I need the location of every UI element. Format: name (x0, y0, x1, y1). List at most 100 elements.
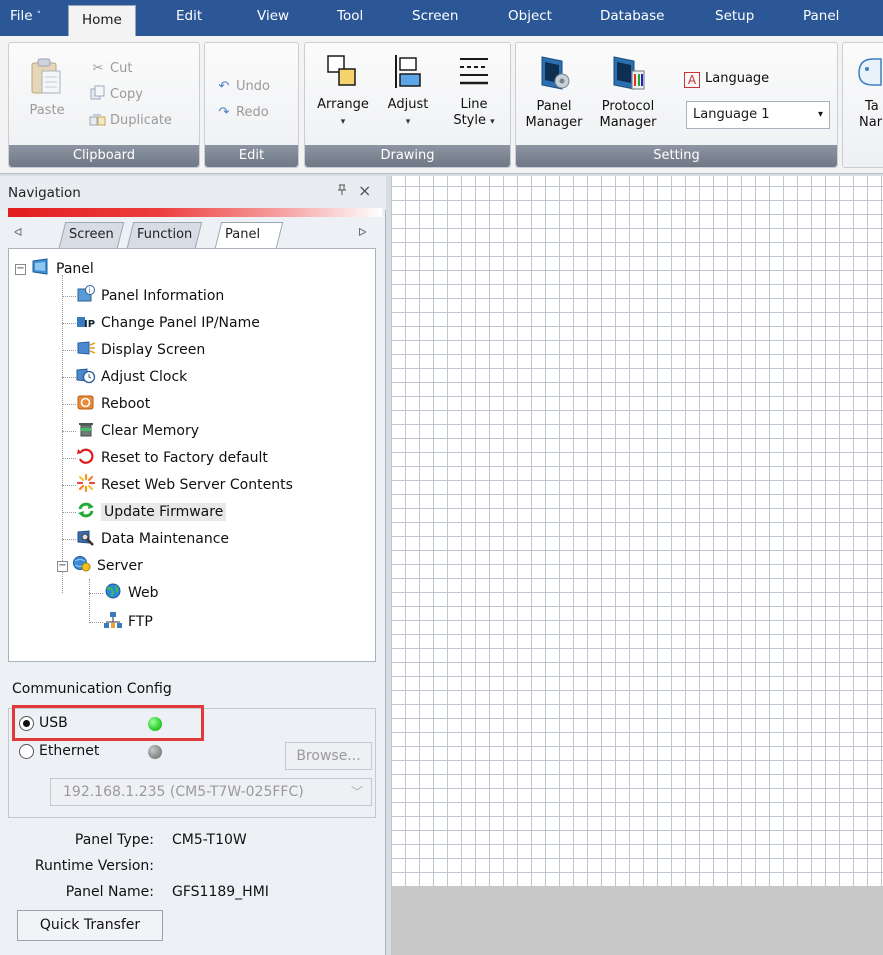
line-style-button[interactable]: Line Style ▾ (443, 53, 505, 130)
tab-function[interactable]: Function (126, 222, 203, 248)
copy-button[interactable]: Copy (89, 85, 143, 105)
drawing-group-label: Drawing (305, 145, 510, 167)
spinner-icon (76, 474, 96, 492)
setting-group-label: Setting (516, 145, 837, 167)
menu-screen[interactable]: Screen (412, 0, 458, 36)
partial-label-1: Ta (865, 99, 879, 114)
tree-node-label: Update Firmware (101, 503, 227, 521)
tree-node-label: Web (128, 585, 159, 601)
redo-button[interactable]: ↷ Redo (215, 103, 269, 123)
quick-transfer-button[interactable]: Quick Transfer (17, 910, 163, 941)
tree-node-label: Reboot (101, 396, 151, 412)
svg-text:IP: IP (84, 319, 95, 330)
menu-panel[interactable]: Panel (803, 0, 839, 36)
tree-node-update-firmware[interactable]: Update Firmware (76, 501, 227, 523)
menu-database[interactable]: Database (600, 0, 664, 36)
globe-icon (105, 583, 121, 599)
ip-icon: IP (77, 317, 95, 330)
tree-node-data-maintenance[interactable]: Data Maintenance (76, 528, 229, 550)
tab-panel-label: Panel (225, 227, 261, 242)
undo-button[interactable]: ↶ Undo (215, 77, 270, 97)
tab-screen-label: Screen (69, 227, 114, 242)
tree-node-display-screen[interactable]: Display Screen (76, 339, 205, 361)
tree-connector (89, 579, 90, 623)
language-label: Language (705, 71, 770, 86)
tree-node-clear-memory[interactable]: Clear Memory (76, 420, 199, 442)
menu-file-label: File (10, 8, 33, 24)
paste-label: Paste (29, 103, 65, 118)
menu-file[interactable]: File ˅ (10, 0, 41, 36)
line-style-icon (460, 58, 488, 85)
ip-address-select[interactable]: 192.168.1.235 (CM5-T7W-025FFC) ﹀ (50, 778, 372, 806)
menu-tool[interactable]: Tool (337, 0, 363, 36)
paste-button[interactable]: Paste (17, 57, 77, 119)
panel-type-label: Panel Type: (74, 832, 154, 848)
tag-icon (858, 58, 882, 86)
drawing-group: Arrange ▾ Adjust ▾ Line Style ▾ Drawing (304, 42, 511, 168)
tab-scroll-right-icon[interactable]: ᐅ (358, 226, 366, 239)
menu-edit-label: Edit (176, 8, 203, 24)
duplicate-button[interactable]: Duplicate (89, 111, 172, 131)
pin-icon[interactable] (336, 184, 348, 199)
cut-button[interactable]: ✂ Cut (89, 59, 133, 79)
collapse-icon[interactable]: − (57, 561, 68, 572)
edit-group-label: Edit (205, 145, 298, 167)
reboot-icon (77, 395, 94, 410)
menu-panel-label: Panel (803, 8, 840, 24)
chevron-down-icon: ˅ (36, 11, 42, 21)
runtime-version-label: Runtime Version: (34, 858, 154, 874)
communication-config-title: Communication Config (12, 681, 172, 697)
ethernet-status-indicator (148, 745, 162, 759)
info-icon: i (77, 285, 95, 302)
scissors-icon: ✂ (92, 61, 104, 76)
redo-icon: ↷ (218, 105, 230, 120)
trash-icon (79, 423, 93, 437)
adjust-icon (395, 55, 421, 88)
tree-node-change-panel-ip[interactable]: IP Change Panel IP/Name (76, 312, 260, 334)
tree-node-reset-web-server[interactable]: Reset Web Server Contents (76, 474, 293, 496)
cut-label: Cut (110, 61, 133, 76)
paste-icon (31, 58, 61, 94)
arrange-button[interactable]: Arrange ▾ (311, 53, 375, 130)
tab-panel[interactable]: Panel (214, 222, 284, 248)
menu-object[interactable]: Object (508, 0, 552, 36)
tree-node-reboot[interactable]: Reboot (76, 393, 150, 415)
navigation-header: Navigation × (0, 176, 386, 210)
panel-name-value: GFS1189_HMI (172, 884, 269, 900)
menu-home[interactable]: Home (68, 5, 136, 36)
tree-node-web[interactable]: Web (103, 582, 159, 604)
tree-node-ftp[interactable]: FTP (103, 611, 153, 633)
ethernet-radio[interactable] (19, 744, 34, 759)
tab-screen[interactable]: Screen (58, 222, 124, 248)
screen-canvas[interactable] (391, 176, 883, 886)
partial-label-2: Nar (859, 115, 883, 130)
ip-address-value: 192.168.1.235 (CM5-T7W-025FFC) (63, 784, 304, 800)
tree-node-label: Display Screen (101, 342, 206, 358)
protocol-manager-button[interactable]: Protocol Manager (590, 53, 666, 131)
close-icon[interactable]: × (358, 181, 371, 200)
menu-setup[interactable]: Setup (715, 0, 754, 36)
duplicate-icon (89, 111, 107, 131)
tab-function-label: Function (137, 227, 193, 242)
tree-node-server[interactable]: Server (72, 555, 143, 577)
partial-button[interactable]: Ta Nar (851, 53, 883, 131)
language-select[interactable]: Language 1 ▾ (686, 101, 830, 129)
collapse-icon[interactable]: − (15, 264, 26, 275)
menu-view[interactable]: View (257, 0, 289, 36)
tree-node-panel-information[interactable]: i Panel Information (76, 285, 224, 307)
panel-manager-button[interactable]: Panel Manager (522, 53, 586, 131)
tree-node-adjust-clock[interactable]: Adjust Clock (76, 366, 187, 388)
browse-button[interactable]: Browse... (285, 742, 372, 770)
refresh-icon (78, 502, 94, 518)
copy-icon (89, 85, 107, 105)
tab-scroll-left-icon[interactable]: ᐊ (14, 226, 22, 239)
panel-manager-label-2: Manager (525, 115, 583, 130)
copy-label: Copy (110, 87, 143, 102)
navigation-tabs: ᐊ Screen Function Panel ᐅ (8, 222, 382, 248)
tree-node-panel[interactable]: Panel (31, 258, 94, 280)
panel-type-value: CM5-T10W (172, 832, 247, 848)
adjust-button[interactable]: Adjust ▾ (377, 53, 439, 130)
tree-node-reset-factory[interactable]: Reset to Factory default (76, 447, 268, 469)
menu-edit[interactable]: Edit (176, 0, 202, 36)
chevron-down-icon: ▾ (817, 109, 823, 120)
